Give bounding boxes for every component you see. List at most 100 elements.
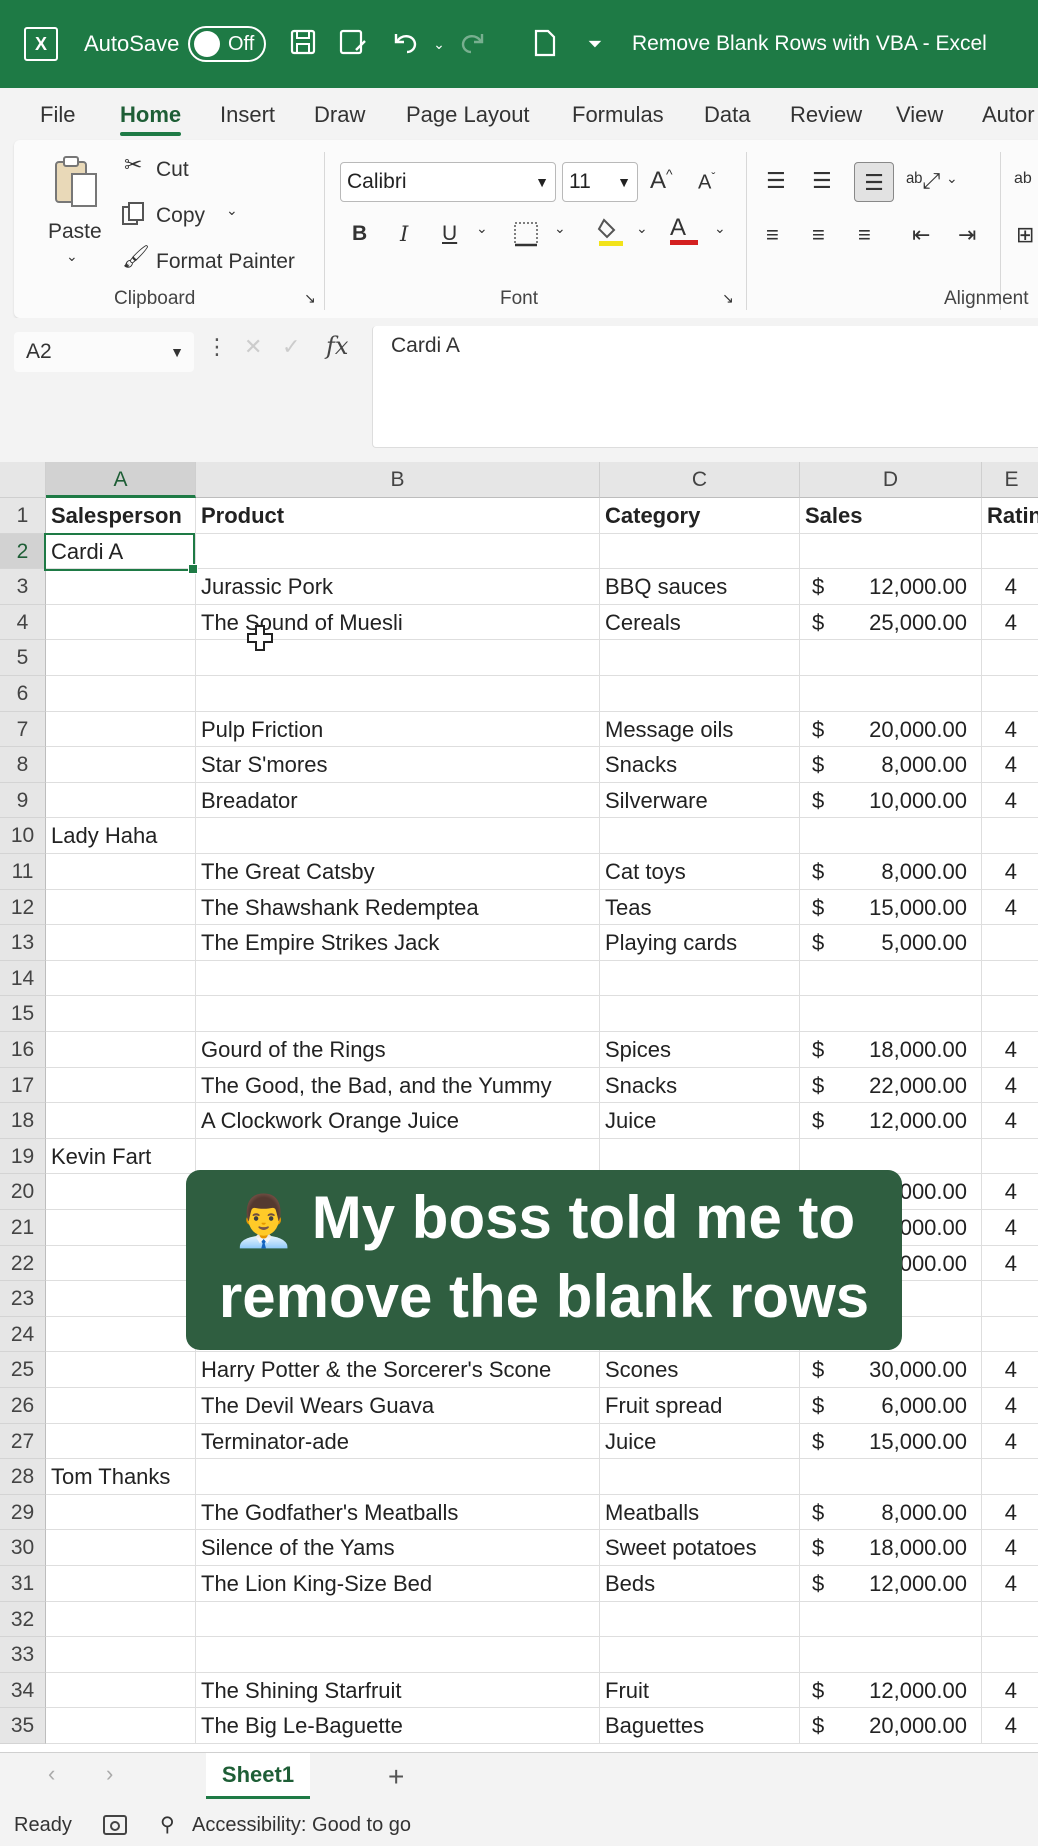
row-header[interactable]: 23: [0, 1281, 46, 1317]
cell-d[interactable]: [800, 818, 982, 854]
cell-d[interactable]: [800, 1637, 982, 1673]
row-header[interactable]: 5: [0, 640, 46, 676]
format-painter-button[interactable]: Format Painter: [156, 250, 295, 274]
paste-dropdown-icon[interactable]: ⌄: [66, 248, 78, 265]
cell-b[interactable]: Silence of the Yams: [196, 1530, 600, 1566]
cell-d[interactable]: [800, 1459, 982, 1495]
row-header[interactable]: 21: [0, 1210, 46, 1246]
cell-b[interactable]: The Devil Wears Guava: [196, 1388, 600, 1424]
cell-c[interactable]: Meatballs: [600, 1494, 800, 1531]
cell-e[interactable]: 4: [982, 1424, 1038, 1460]
tab-page-layout[interactable]: Page Layout: [406, 88, 530, 140]
cell-d[interactable]: $20,000.00: [800, 711, 982, 748]
tab-automate[interactable]: Autor: [982, 88, 1035, 140]
cell-b[interactable]: The Shining Starfruit: [196, 1672, 600, 1709]
redo-icon[interactable]: [458, 28, 488, 60]
cell-c[interactable]: Message oils: [600, 711, 800, 748]
cell-c[interactable]: Playing cards: [600, 925, 800, 961]
cell-a[interactable]: [46, 1672, 196, 1709]
cell-e[interactable]: [982, 1602, 1038, 1638]
cell-a[interactable]: [46, 1210, 196, 1246]
cell-a[interactable]: [46, 854, 196, 890]
cell-e[interactable]: 4: [982, 1495, 1038, 1531]
cell-c[interactable]: Scones: [600, 1352, 800, 1388]
worksheet-grid[interactable]: A B C D E 1 Salesperson Product Category Sal…: [0, 462, 1038, 1752]
cell-b[interactable]: Breadator: [196, 782, 600, 819]
column-header-a[interactable]: A: [46, 462, 196, 498]
cell-a[interactable]: [46, 1423, 196, 1460]
cell-e[interactable]: [982, 534, 1038, 570]
cell-e[interactable]: 4: [982, 1032, 1038, 1068]
column-header-b[interactable]: B: [196, 462, 600, 498]
cell-e[interactable]: [982, 996, 1038, 1032]
align-center-icon[interactable]: ≡: [812, 222, 825, 248]
clipboard-launcher-icon[interactable]: ↘: [304, 290, 316, 307]
cell-e[interactable]: [982, 925, 1038, 961]
cell-e[interactable]: 4: [982, 1352, 1038, 1388]
cell-a[interactable]: [46, 1352, 196, 1388]
accessibility-icon[interactable]: ⚲: [160, 1812, 175, 1837]
cell-d[interactable]: $12,000.00: [800, 1672, 982, 1709]
cell-c[interactable]: Cat toys: [600, 854, 800, 890]
cell-a[interactable]: Salesperson: [46, 498, 196, 534]
tab-home[interactable]: Home: [120, 88, 182, 140]
cell-e[interactable]: [982, 961, 1038, 997]
row-header[interactable]: 16: [0, 1032, 46, 1068]
cell-e[interactable]: 4: [982, 1673, 1038, 1709]
cell-e[interactable]: 4: [982, 712, 1038, 748]
row-header[interactable]: 26: [0, 1388, 46, 1424]
name-box[interactable]: A2 ▼: [14, 332, 194, 372]
cell-d[interactable]: [800, 996, 982, 1032]
cell-b[interactable]: Star S'mores: [196, 747, 600, 783]
cell-e[interactable]: 4: [982, 605, 1038, 641]
cell-d[interactable]: $15,000.00: [800, 1423, 982, 1460]
decrease-indent-icon[interactable]: ⇤: [912, 222, 930, 248]
cell-b[interactable]: [196, 960, 600, 997]
cell-e[interactable]: [982, 640, 1038, 676]
cell-d[interactable]: [800, 960, 982, 997]
cell-c[interactable]: Snacks: [600, 1067, 800, 1104]
cell-c[interactable]: [600, 1459, 800, 1495]
fill-color-icon[interactable]: [596, 216, 626, 254]
cell-b[interactable]: The Big Le-Baguette: [196, 1708, 600, 1744]
italic-button[interactable]: I: [400, 222, 408, 246]
cell-b[interactable]: Gourd of the Rings: [196, 1032, 600, 1068]
insert-function-icon[interactable]: fx: [326, 332, 348, 360]
cell-d[interactable]: $22,000.00: [800, 1067, 982, 1104]
cell-c[interactable]: [600, 818, 800, 854]
cell-d[interactable]: $20,000.00: [800, 1708, 982, 1744]
row-header[interactable]: 8: [0, 747, 46, 783]
cell-b[interactable]: Product: [196, 498, 600, 534]
select-all-button[interactable]: [0, 462, 46, 498]
format-painter-icon[interactable]: 🖌: [122, 244, 150, 270]
cell-a[interactable]: [46, 996, 196, 1032]
font-launcher-icon[interactable]: ↘: [722, 290, 734, 307]
cell-a[interactable]: [46, 1316, 196, 1353]
cell-e[interactable]: 4: [982, 1530, 1038, 1566]
row-header[interactable]: 9: [0, 782, 46, 819]
cell-e[interactable]: Ratin: [982, 498, 1038, 534]
cell-e[interactable]: 4: [982, 1174, 1038, 1210]
align-bottom-icon[interactable]: ☰: [854, 162, 894, 202]
cell-c[interactable]: Snacks: [600, 747, 800, 783]
align-middle-icon[interactable]: ☰: [812, 168, 832, 194]
row-header[interactable]: 6: [0, 676, 46, 712]
cell-d[interactable]: $8,000.00: [800, 747, 982, 783]
cell-a[interactable]: [46, 1566, 196, 1602]
cell-a[interactable]: [46, 604, 196, 641]
cell-a[interactable]: Tom Thanks: [46, 1459, 196, 1495]
cell-b[interactable]: [196, 1637, 600, 1673]
cell-b[interactable]: [196, 996, 600, 1032]
cell-c[interactable]: Baguettes: [600, 1708, 800, 1744]
merge-center-icon[interactable]: ⊞: [1016, 222, 1034, 248]
add-sheet-icon[interactable]: +: [388, 1761, 404, 1793]
cell-a[interactable]: [46, 747, 196, 783]
cell-b[interactable]: [196, 1459, 600, 1495]
row-header[interactable]: 3: [0, 569, 46, 605]
cell-a[interactable]: [46, 925, 196, 961]
borders-dropdown-icon[interactable]: ⌄: [554, 220, 566, 237]
row-header[interactable]: 35: [0, 1708, 46, 1744]
cell-d[interactable]: $12,000.00: [800, 1103, 982, 1139]
orientation-icon[interactable]: ᵃᵇ⤢: [906, 168, 940, 194]
copy-icon[interactable]: [120, 200, 148, 234]
